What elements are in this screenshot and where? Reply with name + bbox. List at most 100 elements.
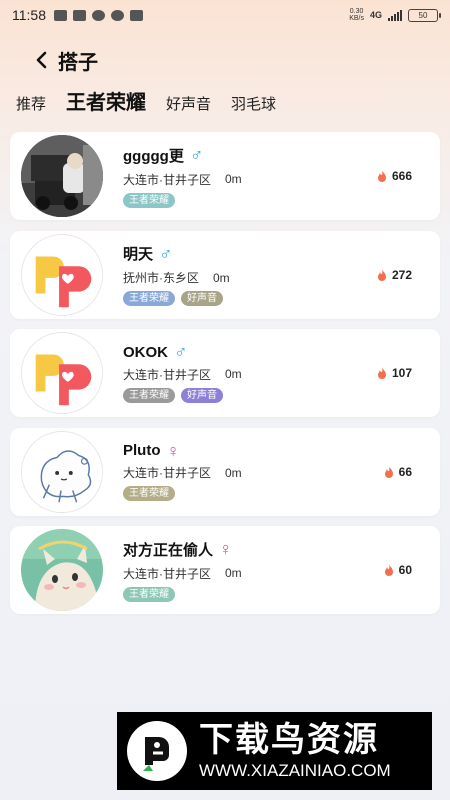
- flame-icon: [384, 465, 393, 478]
- heat-count: 60: [384, 563, 412, 577]
- flame-icon: [377, 170, 386, 182]
- location-row: 大连市·甘井子区 0m: [123, 464, 242, 481]
- heat-count: 272: [377, 268, 412, 282]
- user-location: 抚州市·东乡区: [123, 271, 199, 285]
- tag-badge: 王者荣耀: [123, 486, 175, 501]
- user-info: 明天 ♂ 抚州市·东乡区 0m 王者荣耀 好声音: [123, 243, 230, 306]
- heat-value: 666: [391, 169, 412, 183]
- user-info: ggggg更 ♂ 大连市·甘井子区 0m 王者荣耀: [123, 145, 242, 208]
- user-distance: 0m: [225, 367, 242, 381]
- tag-list: 王者荣耀 好声音: [123, 387, 242, 403]
- user-name: ggggg更: [123, 147, 184, 165]
- name-row: Pluto ♀: [123, 440, 242, 461]
- flame-icon: [377, 268, 386, 281]
- user-name: Pluto: [123, 442, 161, 459]
- location-row: 抚州市·东乡区 0m: [123, 269, 230, 286]
- user-distance: 0m: [225, 172, 242, 186]
- watermark-url: WWW.XIAZAINIAO.COM: [199, 761, 391, 780]
- signal-icon: [388, 9, 402, 21]
- user-distance: 0m: [213, 270, 230, 285]
- user-location: 大连市·甘井子区: [123, 566, 211, 581]
- location-row: 大连市·甘井子区 0m: [123, 171, 242, 188]
- music-notification-icon: [111, 9, 124, 21]
- user-name: OKOK: [123, 343, 168, 361]
- user-info: Pluto ♀ 大连市·甘井子区 0m 王者荣耀: [123, 442, 242, 501]
- heat-count: 666: [377, 169, 412, 183]
- tag-badge: 王者荣耀: [123, 586, 175, 602]
- network-speed: 0.30 KB/s: [349, 8, 364, 22]
- heat-value: 272: [391, 267, 412, 282]
- status-time: 11:58: [12, 7, 46, 23]
- bird-logo-icon: [127, 721, 187, 781]
- watermark-text: 下载鸟资源 WWW.XIAZAINIAO.COM: [199, 721, 391, 781]
- heat-value: 66: [398, 464, 412, 479]
- user-info: OKOK ♂ 大连市·甘井子区 0m 王者荣耀 好声音: [123, 342, 242, 403]
- tag-list: 王者荣耀: [123, 586, 242, 602]
- heat-count: 66: [384, 465, 412, 479]
- battery-icon: 50: [408, 8, 441, 22]
- user-location: 大连市·甘井子区: [123, 466, 211, 480]
- female-icon: ♀: [219, 539, 233, 559]
- app-notification-icon: [54, 9, 67, 21]
- female-icon: ♀: [166, 440, 181, 461]
- user-card[interactable]: 对方正在偷人 ♀ 大连市·甘井子区 0m 王者荣耀 60: [10, 526, 440, 614]
- status-bar: 11:58 0.30 KB/s 4G 50: [0, 0, 450, 30]
- name-row: 对方正在偷人 ♀: [123, 539, 242, 560]
- avatar[interactable]: [21, 233, 103, 316]
- user-name: 对方正在偷人: [123, 541, 214, 559]
- heat-value: 60: [398, 563, 412, 577]
- page-title: 搭子: [58, 51, 98, 74]
- user-card[interactable]: 明天 ♂ 抚州市·东乡区 0m 王者荣耀 好声音 272: [10, 230, 440, 319]
- category-tabs: 推荐 王者荣耀 好声音 羽毛球: [16, 86, 296, 115]
- user-card[interactable]: Pluto ♀ 大连市·甘井子区 0m 王者荣耀 66: [10, 427, 440, 516]
- heat-value: 107: [391, 366, 412, 380]
- user-card[interactable]: OKOK ♂ 大连市·甘井子区 0m 王者荣耀 好声音 107: [10, 329, 440, 417]
- heat-count: 107: [377, 366, 412, 380]
- tag-badge: 王者荣耀: [123, 291, 175, 306]
- user-distance: 0m: [225, 465, 242, 480]
- location-row: 大连市·甘井子区 0m: [123, 565, 242, 582]
- avatar[interactable]: [21, 529, 103, 611]
- user-distance: 0m: [225, 566, 242, 580]
- tab-recommend[interactable]: 推荐: [16, 93, 46, 114]
- name-row: ggggg更 ♂: [123, 145, 242, 166]
- battery-level: 50: [418, 10, 428, 20]
- tab-honor-of-kings[interactable]: 王者荣耀: [66, 86, 146, 115]
- name-row: OKOK ♂: [123, 342, 242, 362]
- avatar[interactable]: [21, 135, 103, 217]
- network-speed-value: 0.30: [349, 8, 364, 15]
- notification-icons: [54, 9, 143, 21]
- header: 搭子: [0, 40, 450, 80]
- avatar[interactable]: [21, 332, 103, 414]
- tag-badge: 好声音: [181, 387, 223, 403]
- user-info: 对方正在偷人 ♀ 大连市·甘井子区 0m 王者荣耀: [123, 539, 242, 602]
- network-speed-unit: KB/s: [349, 15, 364, 22]
- user-list: ggggg更 ♂ 大连市·甘井子区 0m 王者荣耀 666 明天 ♂ 抚州市·东…: [10, 132, 440, 625]
- user-card[interactable]: ggggg更 ♂ 大连市·甘井子区 0m 王者荣耀 666: [10, 132, 440, 220]
- user-location: 大连市·甘井子区: [123, 367, 211, 382]
- user-location: 大连市·甘井子区: [123, 172, 211, 187]
- avatar[interactable]: [21, 430, 103, 513]
- compass-notification-icon: [92, 9, 105, 21]
- male-icon: ♂: [159, 243, 173, 264]
- tag-list: 王者荣耀: [123, 192, 242, 208]
- status-right: 0.30 KB/s 4G 50: [349, 8, 441, 22]
- male-icon: ♂: [189, 145, 204, 165]
- name-row: 明天 ♂: [123, 243, 230, 264]
- flame-icon: [377, 367, 386, 379]
- tag-list: 王者荣耀 好声音: [123, 291, 230, 306]
- watermark-banner: 下载鸟资源 WWW.XIAZAINIAO.COM: [117, 712, 432, 790]
- tab-good-voice[interactable]: 好声音: [166, 93, 211, 114]
- tag-badge: 王者荣耀: [123, 192, 175, 208]
- book-notification-icon: [73, 9, 86, 21]
- back-icon[interactable]: [30, 49, 52, 71]
- male-icon: ♂: [174, 342, 188, 362]
- location-row: 大连市·甘井子区 0m: [123, 366, 242, 383]
- tag-badge: 好声音: [181, 291, 223, 306]
- watermark-title: 下载鸟资源: [199, 721, 379, 759]
- network-type: 4G: [369, 10, 382, 20]
- tag-list: 王者荣耀: [123, 486, 242, 501]
- tab-badminton[interactable]: 羽毛球: [231, 93, 276, 114]
- cloud-notification-icon: [130, 9, 143, 21]
- user-name: 明天: [123, 246, 154, 263]
